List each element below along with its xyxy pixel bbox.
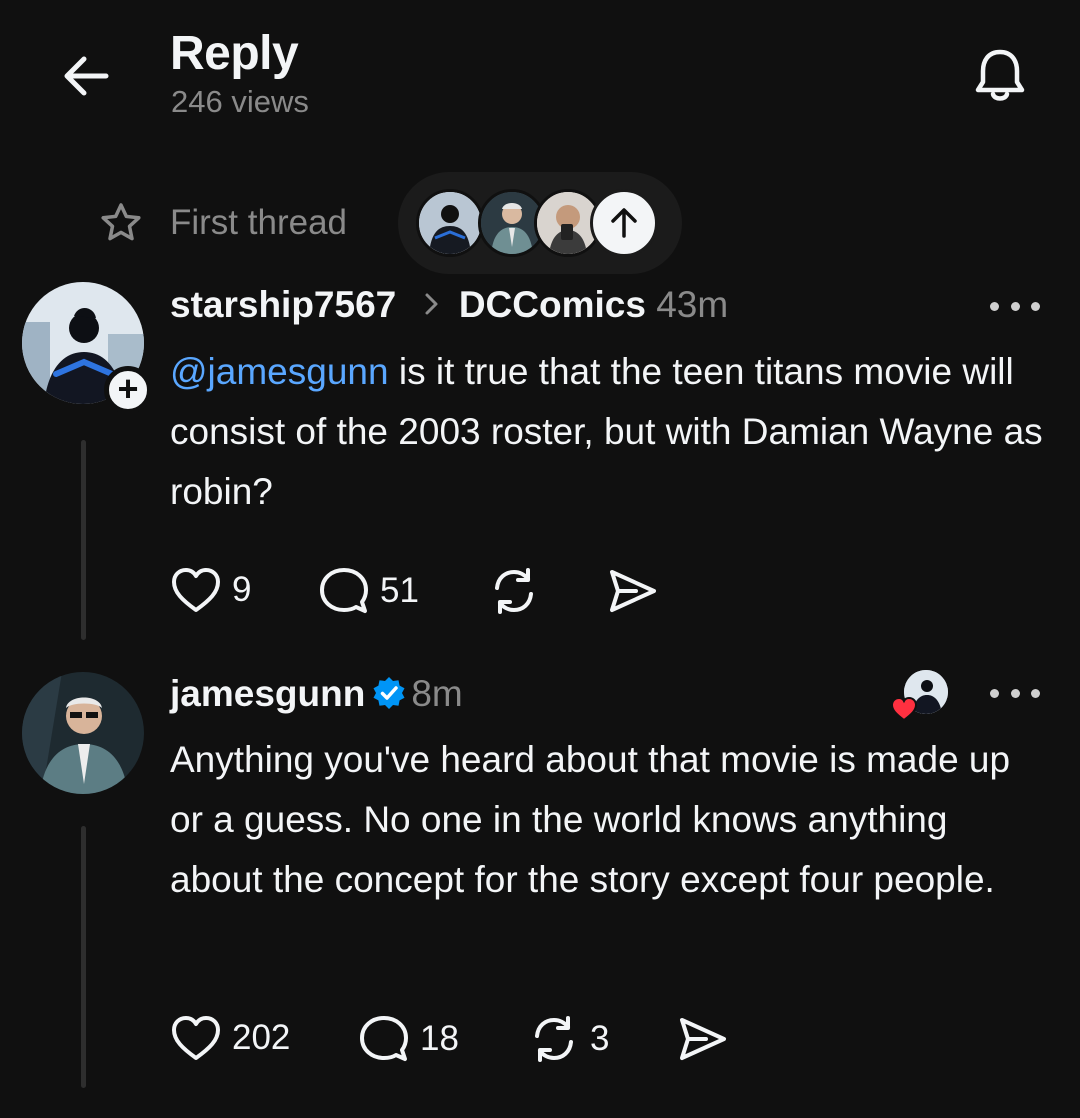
community-name[interactable]: DCComics: [459, 284, 646, 325]
comment-icon: [320, 568, 368, 613]
thread-line: [81, 440, 86, 640]
heart-icon: [890, 696, 918, 722]
share-button[interactable]: [676, 1014, 728, 1064]
notifications-button[interactable]: [968, 44, 1032, 108]
follow-plus-icon[interactable]: +: [104, 366, 152, 414]
username[interactable]: starship7567: [170, 284, 396, 325]
like-button[interactable]: 202: [170, 1014, 290, 1062]
repost-count: 3: [590, 1019, 610, 1058]
heart-icon: [172, 1016, 220, 1060]
more-icon[interactable]: [990, 683, 1040, 703]
post-header: jamesgunn 8m: [170, 672, 463, 716]
like-button[interactable]: 9: [170, 566, 251, 614]
arrow-up-icon: [611, 208, 637, 238]
post-text: Anything you've heard about that movie i…: [170, 739, 1011, 900]
reply-count: 18: [420, 1019, 459, 1058]
reply-button[interactable]: 18: [358, 1014, 459, 1064]
post-text: @jamesgunn is it true that the teen tita…: [170, 351, 1043, 512]
back-arrow-icon: [64, 56, 109, 96]
username[interactable]: jamesgunn: [170, 673, 365, 714]
avatar: [416, 189, 484, 257]
repost-icon: [495, 568, 533, 614]
bell-icon: [975, 49, 1025, 101]
thread-participants[interactable]: [398, 172, 682, 274]
like-count: 202: [232, 1018, 291, 1057]
avatar[interactable]: [22, 672, 144, 794]
first-thread-link[interactable]: First thread: [170, 203, 347, 243]
verified-icon: [373, 677, 405, 710]
scroll-up-button[interactable]: [590, 189, 658, 257]
repost-button[interactable]: 3: [528, 1014, 609, 1064]
like-count: 9: [232, 570, 252, 609]
share-icon: [680, 1018, 726, 1060]
star-icon[interactable]: [100, 202, 142, 244]
more-icon[interactable]: [990, 296, 1040, 316]
back-button[interactable]: [58, 48, 114, 104]
thread-line: [81, 826, 86, 1088]
page-title: Reply: [170, 27, 299, 80]
reply-button[interactable]: 51: [318, 566, 419, 616]
repost-button[interactable]: [488, 566, 540, 616]
reply-count: 51: [380, 571, 419, 610]
repost-icon: [535, 1016, 573, 1062]
share-icon: [610, 570, 656, 612]
post-header: starship7567 DCComics 43m: [170, 283, 728, 327]
comment-icon: [360, 1016, 408, 1061]
share-button[interactable]: [606, 566, 658, 616]
timestamp: 43m: [656, 284, 729, 325]
view-count: 246 views: [171, 84, 309, 119]
mention-link[interactable]: @jamesgunn: [170, 351, 389, 392]
timestamp: 8m: [411, 673, 463, 714]
liked-by-author: [890, 670, 952, 724]
chevron-right-icon: [425, 293, 438, 315]
heart-icon: [172, 568, 220, 612]
